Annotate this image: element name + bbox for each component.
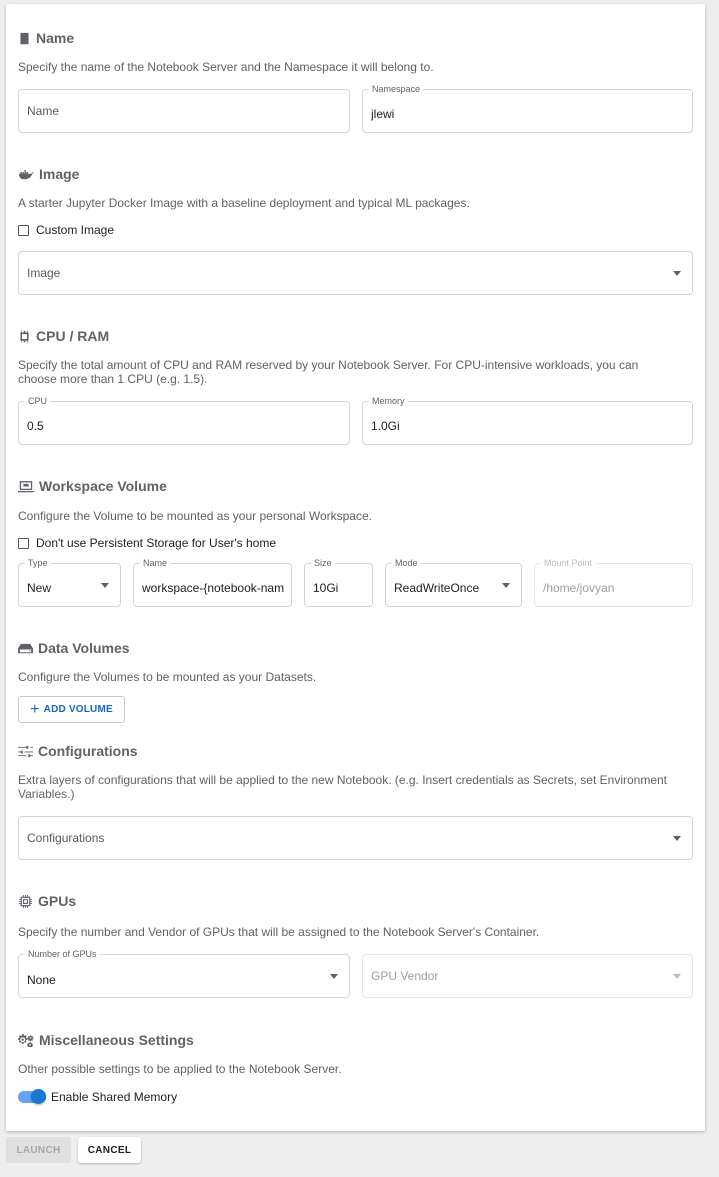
name-input-placeholder: Name bbox=[27, 104, 60, 118]
gpu-vendor-placeholder: GPU Vendor bbox=[371, 969, 439, 983]
workspace-name-label: Name bbox=[140, 557, 171, 569]
shared-memory-label: Enable Shared Memory bbox=[51, 1090, 178, 1104]
plus-icon: + bbox=[30, 700, 40, 718]
namespace-label: Namespace bbox=[369, 83, 424, 95]
section-misc-description: Other possible settings to be applied to… bbox=[18, 1062, 342, 1076]
cancel-button[interactable]: CANCEL bbox=[78, 1137, 141, 1163]
gpu-chip-icon bbox=[18, 894, 33, 908]
gpu-number-value: None bbox=[27, 973, 56, 987]
configurations-select-placeholder: Configurations bbox=[27, 831, 105, 845]
workspace-type-label: Type bbox=[25, 557, 51, 569]
add-volume-button[interactable]: + ADD VOLUME bbox=[18, 696, 125, 723]
no-persistent-storage-checkbox[interactable] bbox=[18, 537, 29, 549]
workspace-mode-value: ReadWriteOnce bbox=[394, 581, 480, 595]
section-name-description: Specify the name of the Notebook Server … bbox=[18, 60, 434, 74]
section-configurations-description: Extra layers of configurations that will… bbox=[18, 773, 668, 801]
custom-image-checkbox[interactable] bbox=[18, 224, 29, 236]
add-volume-label: ADD VOLUME bbox=[43, 704, 113, 715]
configurations-select[interactable]: Configurations bbox=[18, 816, 693, 860]
workspace-mode-select[interactable]: Mode ReadWriteOnce bbox=[385, 557, 522, 607]
no-persistent-storage-row[interactable]: Don't use Persistent Storage for User's … bbox=[18, 536, 276, 550]
section-name-title: Name bbox=[18, 28, 74, 48]
chevron-down-icon bbox=[673, 836, 681, 841]
gears-icon bbox=[18, 1033, 34, 1047]
notebook-form-card: Name Specify the name of the Notebook Se… bbox=[6, 4, 705, 1131]
namespace-input[interactable]: Namespace jlewi bbox=[362, 83, 693, 133]
cpu-input[interactable]: CPU 0.5 bbox=[18, 395, 350, 445]
workspace-type-select[interactable]: Type New bbox=[18, 557, 121, 607]
name-input[interactable]: Name bbox=[18, 89, 350, 133]
section-workspace-description: Configure the Volume to be mounted as yo… bbox=[18, 509, 372, 523]
docker-icon bbox=[18, 168, 34, 181]
book-icon bbox=[18, 32, 31, 45]
chevron-down-icon bbox=[673, 974, 681, 979]
gpu-number-label: Number of GPUs bbox=[25, 948, 100, 960]
chevron-down-icon bbox=[502, 583, 510, 588]
shared-memory-toggle-knob[interactable] bbox=[31, 1089, 46, 1104]
section-gpus-description: Specify the number and Vendor of GPUs th… bbox=[18, 925, 540, 939]
workspace-size-value: 10Gi bbox=[313, 581, 339, 595]
custom-image-checkbox-row[interactable]: Custom Image bbox=[18, 223, 114, 237]
cpu-value: 0.5 bbox=[27, 419, 44, 433]
mount-point-label: Mount Point bbox=[541, 557, 596, 569]
image-select[interactable]: Image bbox=[18, 251, 693, 295]
section-cpu-ram-title: CPU / RAM bbox=[18, 326, 109, 346]
no-persistent-storage-label: Don't use Persistent Storage for User's … bbox=[36, 536, 277, 550]
cpu-label: CPU bbox=[25, 395, 51, 407]
gpu-vendor-select: GPU Vendor bbox=[362, 954, 693, 998]
section-image-title: Image bbox=[18, 164, 79, 184]
chip-icon bbox=[18, 330, 31, 343]
workspace-size-input[interactable]: Size 10Gi bbox=[304, 557, 373, 607]
section-workspace-title: Workspace Volume bbox=[18, 476, 167, 496]
memory-value: 1.0Gi bbox=[371, 419, 400, 433]
laptop-icon bbox=[18, 480, 34, 493]
tune-icon bbox=[18, 745, 33, 758]
section-data-volumes-description: Configure the Volumes to be mounted as y… bbox=[18, 670, 317, 684]
storage-icon bbox=[18, 642, 33, 655]
workspace-name-value: workspace-{notebook-name} bbox=[142, 581, 284, 595]
memory-input[interactable]: Memory 1.0Gi bbox=[362, 395, 693, 445]
section-gpus-title: GPUs bbox=[18, 891, 76, 911]
section-misc-title: Miscellaneous Settings bbox=[18, 1030, 194, 1050]
section-cpu-ram-description: Specify the total amount of CPU and RAM … bbox=[18, 358, 639, 386]
section-configurations-title: Configurations bbox=[18, 741, 138, 761]
launch-button[interactable]: LAUNCH bbox=[6, 1137, 71, 1163]
workspace-type-value: New bbox=[27, 581, 52, 595]
section-data-volumes-title: Data Volumes bbox=[18, 638, 130, 658]
namespace-value: jlewi bbox=[371, 107, 395, 121]
workspace-name-input[interactable]: Name workspace-{notebook-name} bbox=[133, 557, 292, 607]
workspace-size-label: Size bbox=[311, 557, 335, 569]
image-select-placeholder: Image bbox=[27, 266, 61, 280]
memory-label: Memory bbox=[369, 395, 408, 407]
gpu-number-select[interactable]: Number of GPUs None bbox=[18, 948, 350, 998]
chevron-down-icon bbox=[330, 974, 338, 979]
chevron-down-icon bbox=[101, 583, 109, 588]
workspace-mode-label: Mode bbox=[392, 557, 421, 569]
chevron-down-icon bbox=[673, 271, 681, 276]
custom-image-label: Custom Image bbox=[36, 223, 115, 237]
section-image-description: A starter Jupyter Docker Image with a ba… bbox=[18, 196, 470, 210]
mount-point-value: /home/jovyan bbox=[543, 581, 615, 595]
mount-point-input: Mount Point /home/jovyan bbox=[534, 557, 693, 607]
shared-memory-toggle-row[interactable]: Enable Shared Memory bbox=[18, 1088, 218, 1106]
